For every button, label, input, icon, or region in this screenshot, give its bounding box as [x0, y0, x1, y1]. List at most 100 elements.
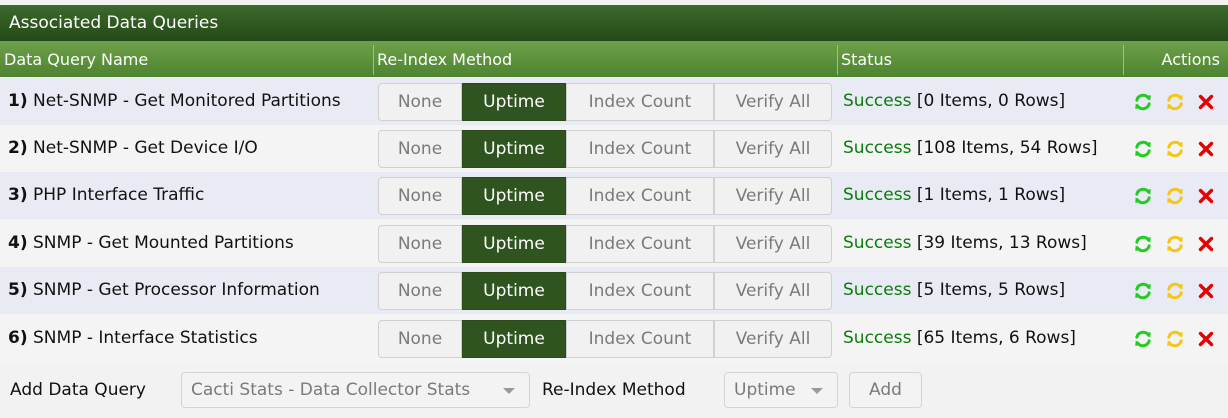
add-button[interactable]: Add	[849, 372, 922, 408]
chevron-down-icon	[811, 388, 823, 394]
method-option-verify-all[interactable]: Verify All	[714, 320, 832, 358]
reindex-method-label: Re-Index Method	[542, 380, 686, 400]
query-status: Success [5 Items, 5 Rows]	[843, 267, 1065, 314]
verbose-reload-icon[interactable]	[1165, 139, 1185, 159]
delete-icon[interactable]	[1196, 186, 1216, 206]
data-query-name: 4) SNMP - Get Mounted Partitions	[8, 220, 294, 267]
delete-icon[interactable]	[1196, 139, 1216, 159]
table-row: 4) SNMP - Get Mounted Partitions None Upti…	[0, 220, 1228, 267]
header-status[interactable]: Status	[841, 41, 892, 77]
status-detail: [39 Items, 13 Rows]	[911, 233, 1087, 253]
query-status: Success [108 Items, 54 Rows]	[843, 125, 1098, 172]
method-option-index-count[interactable]: Index Count	[566, 225, 714, 263]
row-number: 3)	[8, 185, 28, 205]
verbose-reload-icon[interactable]	[1165, 92, 1185, 112]
method-option-none[interactable]: None	[378, 272, 462, 310]
method-option-verify-all[interactable]: Verify All	[714, 272, 832, 310]
method-option-uptime[interactable]: Uptime	[462, 225, 566, 263]
query-status: Success [1 Items, 1 Rows]	[843, 172, 1065, 219]
method-option-index-count[interactable]: Index Count	[566, 320, 714, 358]
data-query-name: 1) Net-SNMP - Get Monitored Partitions	[8, 78, 341, 125]
status-badge: Success	[843, 280, 912, 300]
data-query-title: Net-SNMP - Get Monitored Partitions	[27, 91, 341, 111]
delete-icon[interactable]	[1196, 329, 1216, 349]
query-status: Success [39 Items, 13 Rows]	[843, 220, 1087, 267]
row-number: 6)	[8, 328, 28, 348]
method-option-none[interactable]: None	[378, 177, 462, 215]
reload-icon[interactable]	[1133, 329, 1153, 349]
reindex-method-select-value: Uptime	[734, 380, 796, 400]
column-header-row: Data Query Name Re-Index Method Status A…	[0, 41, 1228, 77]
method-option-uptime[interactable]: Uptime	[462, 272, 566, 310]
header-data-query-name[interactable]: Data Query Name	[4, 41, 148, 77]
table-row: 2) Net-SNMP - Get Device I/O None Uptime In…	[0, 125, 1228, 172]
method-option-index-count[interactable]: Index Count	[566, 177, 714, 215]
reload-icon[interactable]	[1133, 234, 1153, 254]
status-badge: Success	[843, 233, 912, 253]
method-option-verify-all[interactable]: Verify All	[714, 225, 832, 263]
header-separator	[373, 45, 374, 75]
status-detail: [1 Items, 1 Rows]	[911, 185, 1066, 205]
data-query-select-value: Cacti Stats - Data Collector Stats	[191, 380, 471, 400]
method-option-none[interactable]: None	[378, 225, 462, 263]
data-query-name: 6) SNMP - Interface Statistics	[8, 315, 258, 362]
chevron-down-icon	[503, 388, 515, 394]
reindex-method-toggle: None Uptime Index Count Verify All	[378, 272, 832, 310]
table-row: 6) SNMP - Interface Statistics None Uptime…	[0, 315, 1228, 362]
reindex-method-toggle: None Uptime Index Count Verify All	[378, 83, 832, 121]
delete-icon[interactable]	[1196, 234, 1216, 254]
status-badge: Success	[843, 328, 912, 348]
reload-icon[interactable]	[1133, 139, 1153, 159]
data-query-title: Net-SNMP - Get Device I/O	[27, 138, 258, 158]
verbose-reload-icon[interactable]	[1165, 281, 1185, 301]
method-option-uptime[interactable]: Uptime	[462, 130, 566, 168]
method-option-verify-all[interactable]: Verify All	[714, 177, 832, 215]
verbose-reload-icon[interactable]	[1165, 186, 1185, 206]
verbose-reload-icon[interactable]	[1165, 234, 1185, 254]
method-option-index-count[interactable]: Index Count	[566, 83, 714, 121]
status-detail: [5 Items, 5 Rows]	[911, 280, 1066, 300]
status-badge: Success	[843, 138, 912, 158]
verbose-reload-icon[interactable]	[1165, 329, 1185, 349]
status-badge: Success	[843, 91, 912, 111]
row-number: 4)	[8, 233, 28, 253]
method-option-verify-all[interactable]: Verify All	[714, 130, 832, 168]
method-option-verify-all[interactable]: Verify All	[714, 83, 832, 121]
row-number: 5)	[8, 280, 28, 300]
data-query-title: PHP Interface Traffic	[27, 185, 205, 205]
method-option-index-count[interactable]: Index Count	[566, 272, 714, 310]
reload-icon[interactable]	[1133, 92, 1153, 112]
status-badge: Success	[843, 185, 912, 205]
data-query-name: 2) Net-SNMP - Get Device I/O	[8, 125, 258, 172]
data-query-name: 5) SNMP - Get Processor Information	[8, 267, 320, 314]
panel-title: Associated Data Queries	[0, 5, 1228, 41]
delete-icon[interactable]	[1196, 92, 1216, 112]
reload-icon[interactable]	[1133, 281, 1153, 301]
add-data-query-label: Add Data Query	[10, 380, 146, 400]
row-number: 2)	[8, 138, 28, 158]
method-option-none[interactable]: None	[378, 83, 462, 121]
header-reindex-method[interactable]: Re-Index Method	[377, 41, 512, 77]
data-query-title: SNMP - Get Processor Information	[27, 280, 320, 300]
query-status: Success [0 Items, 0 Rows]	[843, 78, 1065, 125]
data-query-title: SNMP - Get Mounted Partitions	[27, 233, 294, 253]
delete-icon[interactable]	[1196, 281, 1216, 301]
method-option-index-count[interactable]: Index Count	[566, 130, 714, 168]
reindex-method-select[interactable]: Uptime	[724, 372, 838, 408]
method-option-none[interactable]: None	[378, 320, 462, 358]
table-row: 3) PHP Interface Traffic None Uptime Index …	[0, 172, 1228, 219]
method-option-none[interactable]: None	[378, 130, 462, 168]
data-query-title: SNMP - Interface Statistics	[27, 328, 258, 348]
query-status: Success [65 Items, 6 Rows]	[843, 315, 1076, 362]
reindex-method-toggle: None Uptime Index Count Verify All	[378, 225, 832, 263]
reindex-method-toggle: None Uptime Index Count Verify All	[378, 320, 832, 358]
method-option-uptime[interactable]: Uptime	[462, 320, 566, 358]
header-actions: Actions	[1161, 50, 1220, 69]
status-detail: [65 Items, 6 Rows]	[911, 328, 1076, 348]
reload-icon[interactable]	[1133, 186, 1153, 206]
method-option-uptime[interactable]: Uptime	[462, 177, 566, 215]
reindex-method-toggle: None Uptime Index Count Verify All	[378, 130, 832, 168]
status-detail: [108 Items, 54 Rows]	[911, 138, 1098, 158]
data-query-select[interactable]: Cacti Stats - Data Collector Stats	[181, 372, 530, 408]
method-option-uptime[interactable]: Uptime	[462, 83, 566, 121]
